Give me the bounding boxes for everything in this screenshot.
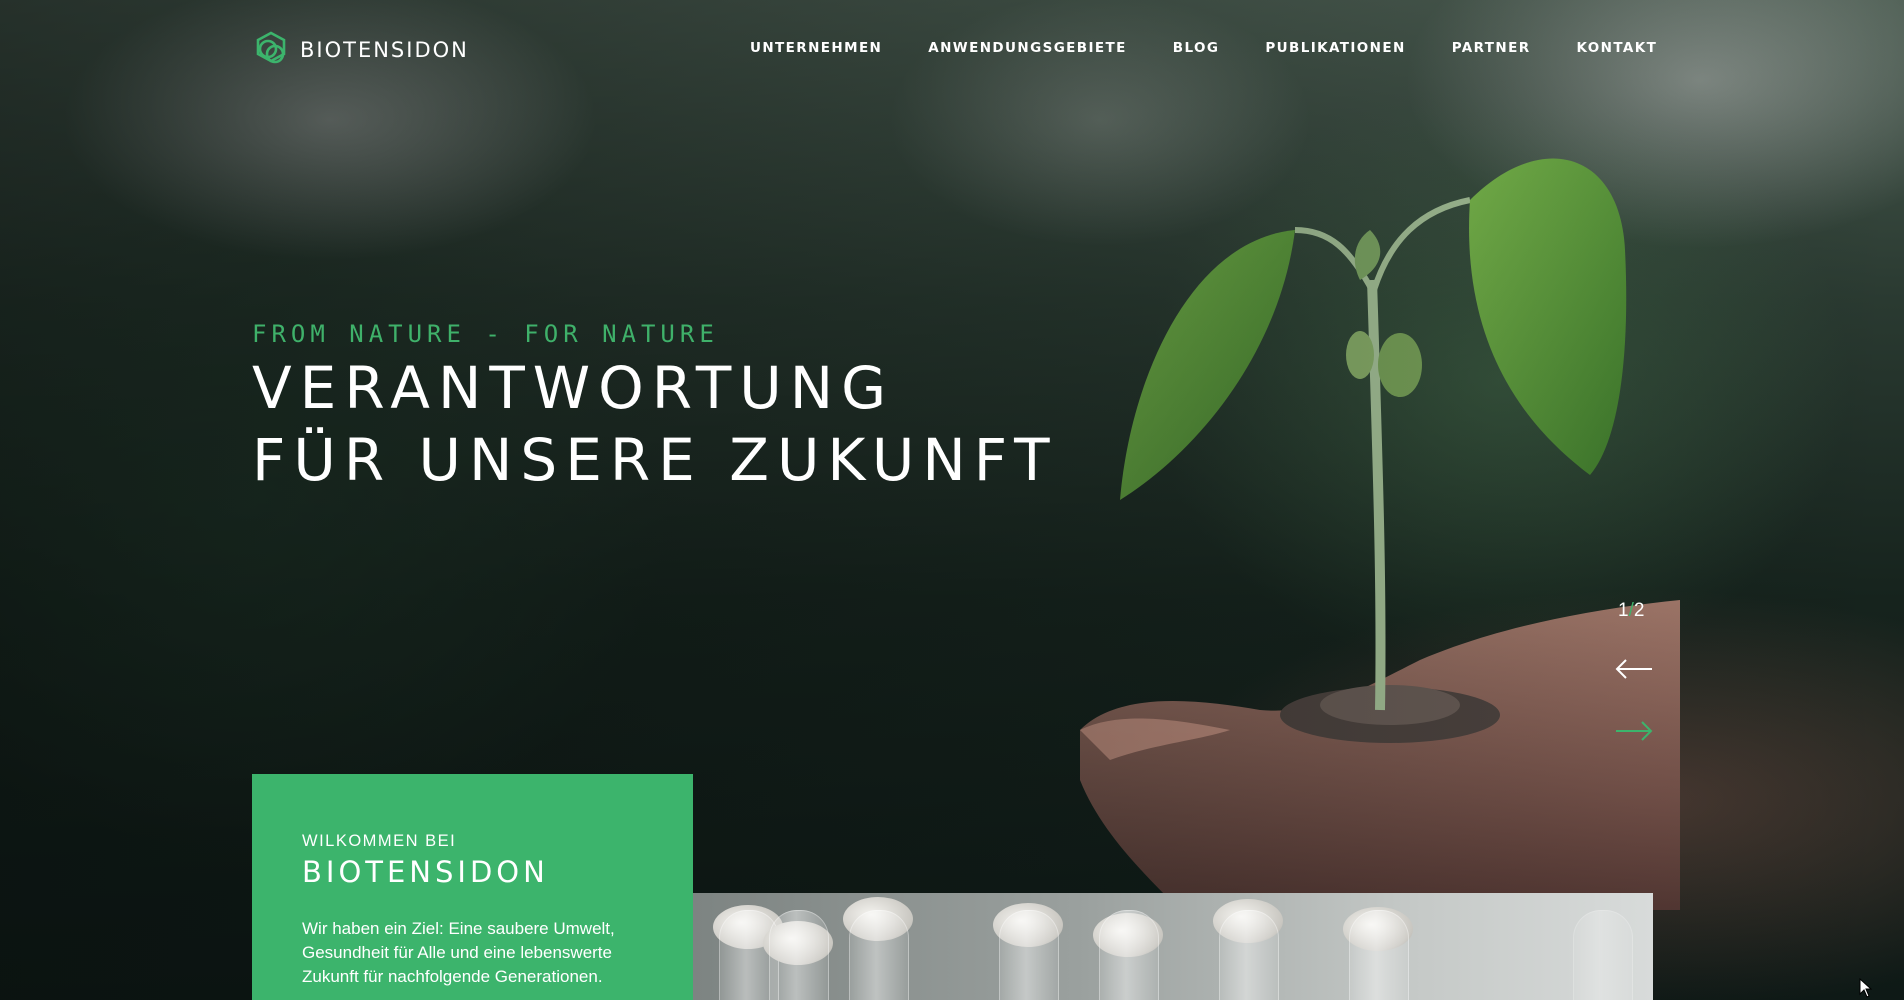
nav-item-anwendungsgebiete[interactable]: ANWENDUNGSGEBIETE xyxy=(928,40,1127,56)
arrow-left-icon[interactable] xyxy=(1614,658,1654,680)
slide-current: 1 xyxy=(1618,600,1629,621)
hero-headline: VERANTWORTUNG FÜR UNSERE ZUKUNFT xyxy=(252,352,1058,496)
hero-headline-line-2: FÜR UNSERE ZUKUNFT xyxy=(252,426,1058,494)
hero-headline-line-1: VERANTWORTUNG xyxy=(252,354,895,422)
arrow-right-icon[interactable] xyxy=(1614,720,1654,742)
slide-counter: 1/2 xyxy=(1618,600,1644,622)
nav-item-unternehmen[interactable]: UNTERNEHMEN xyxy=(750,40,882,56)
site-header: BIOTENSIDON UNTERNEHMEN ANWENDUNGSGEBIET… xyxy=(252,28,1656,72)
welcome-subtitle: WILKOMMEN BEI xyxy=(302,832,457,850)
main-navigation: UNTERNEHMEN ANWENDUNGSGEBIETE BLOG PUBLI… xyxy=(750,40,1657,56)
lab-tubes-image xyxy=(693,893,1653,1000)
biotensidon-logo-icon xyxy=(256,31,286,64)
welcome-text: Wir haben ein Ziel: Eine saubere Umwelt,… xyxy=(302,919,615,986)
welcome-card: WILKOMMEN BEI BIOTENSIDON Wir haben ein … xyxy=(252,774,693,1000)
welcome-title: BIOTENSIDON xyxy=(302,855,549,889)
nav-item-blog[interactable]: BLOG xyxy=(1173,40,1220,56)
brand-name: BIOTENSIDON xyxy=(300,38,469,62)
nav-item-kontakt[interactable]: KONTAKT xyxy=(1577,40,1658,56)
mouse-cursor-icon xyxy=(1859,978,1873,998)
slide-total: 2 xyxy=(1633,600,1645,621)
hero-kicker: FROM NATURE - FOR NATURE xyxy=(252,320,719,348)
brand-logo[interactable]: BIOTENSIDON xyxy=(252,30,469,70)
nav-item-publikationen[interactable]: PUBLIKATIONEN xyxy=(1265,40,1405,56)
nav-item-partner[interactable]: PARTNER xyxy=(1452,40,1531,56)
